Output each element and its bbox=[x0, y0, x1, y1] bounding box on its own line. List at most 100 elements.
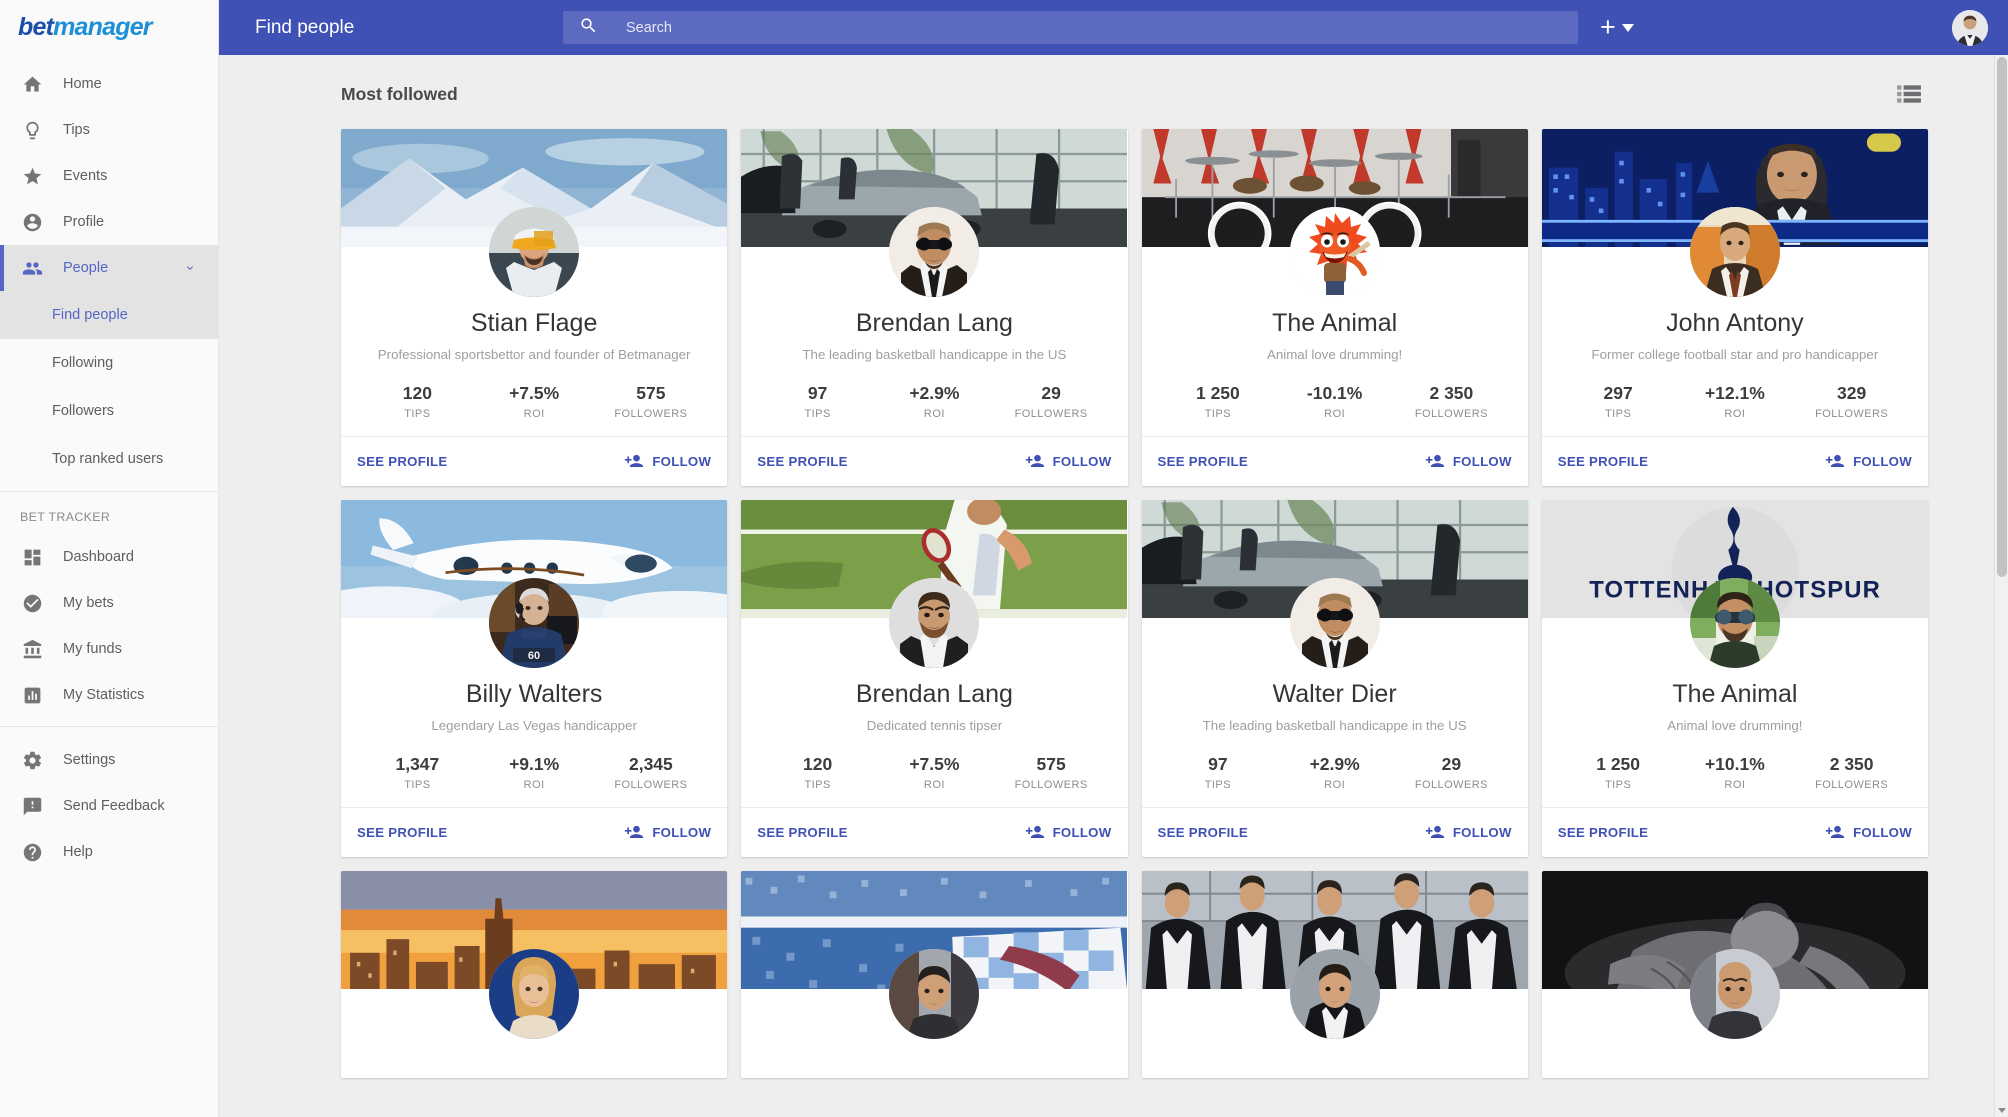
scrollbar-thumb[interactable] bbox=[1997, 57, 2007, 577]
follow-label: FOLLOW bbox=[652, 454, 712, 469]
person-stats: 120 TIPS +7.5% ROI 575 FOLLOWERS bbox=[357, 365, 711, 436]
sidebar-item-label: Events bbox=[63, 168, 108, 184]
search-input[interactable] bbox=[626, 19, 1562, 36]
sidebar-item-label: People bbox=[63, 260, 109, 276]
stat-label: FOLLOWERS bbox=[614, 779, 688, 791]
brand-logo[interactable]: betmanager bbox=[0, 0, 218, 55]
person-card[interactable]: John Antony Former college football star… bbox=[1541, 129, 1928, 486]
sidebar-item-tips[interactable]: Tips bbox=[0, 107, 218, 153]
see-profile-button[interactable]: SEE PROFILE bbox=[1158, 825, 1249, 840]
person-card[interactable]: Brendan Lang Dedicated tennis tipser 120… bbox=[741, 500, 1128, 857]
card-actions: SEE PROFILE FOLLOW bbox=[1141, 807, 1528, 857]
person-tagline: Animal love drumming! bbox=[1667, 718, 1803, 733]
bank-icon bbox=[20, 637, 44, 661]
stat-label: FOLLOWERS bbox=[1815, 408, 1889, 420]
sidebar-item-send-feedback[interactable]: Send Feedback bbox=[0, 783, 218, 829]
person-add-icon bbox=[1825, 822, 1845, 843]
sidebar-item-my-funds[interactable]: My funds bbox=[0, 626, 218, 672]
person-tagline: The leading basketball handicappe in the… bbox=[1202, 718, 1467, 733]
stat-tips: 1 250 TIPS bbox=[1560, 754, 1677, 791]
see-profile-button[interactable]: SEE PROFILE bbox=[1558, 825, 1649, 840]
add-menu-button[interactable]: + bbox=[1600, 14, 1634, 41]
sidebar-item-label: Settings bbox=[63, 752, 116, 768]
feedback-icon bbox=[20, 794, 44, 818]
content-inner: Most followed Stian Flage Professional s… bbox=[219, 55, 2008, 1078]
person-card[interactable] bbox=[341, 871, 728, 1078]
card-actions: SEE PROFILE FOLLOW bbox=[341, 436, 728, 486]
see-profile-button[interactable]: SEE PROFILE bbox=[357, 454, 448, 469]
person-card[interactable] bbox=[1541, 871, 1928, 1078]
sidebar-item-settings[interactable]: Settings bbox=[0, 737, 218, 783]
stat-followers: 2 350 FOLLOWERS bbox=[1793, 754, 1910, 791]
follow-button[interactable]: FOLLOW bbox=[624, 822, 711, 843]
stat-roi: +2.9% ROI bbox=[1276, 754, 1393, 791]
sidebar-item-my-bets[interactable]: My bets bbox=[0, 580, 218, 626]
search-bar[interactable] bbox=[563, 11, 1578, 44]
see-profile-button[interactable]: SEE PROFILE bbox=[757, 825, 848, 840]
person-avatar bbox=[1689, 578, 1780, 668]
stat-label: ROI bbox=[923, 408, 945, 420]
blonde-woman-avatar bbox=[489, 949, 580, 1039]
sidebar-item-followers[interactable]: Followers bbox=[0, 387, 218, 435]
follow-button[interactable]: FOLLOW bbox=[624, 451, 711, 472]
see-profile-button[interactable]: SEE PROFILE bbox=[357, 825, 448, 840]
svg-text:60: 60 bbox=[528, 650, 540, 662]
stat-roi: +12.1% ROI bbox=[1677, 383, 1794, 420]
person-avatar bbox=[489, 207, 580, 297]
person-tagline: Animal love drumming! bbox=[1267, 347, 1403, 362]
person-avatar bbox=[1689, 207, 1780, 297]
stat-label: FOLLOWERS bbox=[614, 408, 688, 420]
person-avatar bbox=[1289, 207, 1380, 297]
sidebar-item-home[interactable]: Home bbox=[0, 61, 218, 107]
follow-button[interactable]: FOLLOW bbox=[1425, 451, 1512, 472]
stat-value: 297 bbox=[1603, 383, 1633, 403]
stat-value: 97 bbox=[1208, 754, 1228, 774]
sidebar-item-find-people[interactable]: Find people bbox=[0, 291, 218, 339]
person-add-icon bbox=[624, 451, 644, 472]
scroll-down-arrow-icon[interactable] bbox=[1998, 1108, 2006, 1113]
sidebar-item-profile[interactable]: Profile bbox=[0, 199, 218, 245]
person-add-icon bbox=[1025, 451, 1045, 472]
sidebar-item-people[interactable]: People bbox=[0, 245, 218, 291]
see-profile-button[interactable]: SEE PROFILE bbox=[1558, 454, 1649, 469]
person-card[interactable]: Stian Flage Professional sportsbettor an… bbox=[341, 129, 728, 486]
stat-label: ROI bbox=[1324, 408, 1346, 420]
person-card[interactable]: TOTTENHAM HOTSPUR The Animal Animal love… bbox=[1541, 500, 1928, 857]
sidebar-item-dashboard[interactable]: Dashboard bbox=[0, 534, 218, 580]
bald-man-avatar bbox=[1689, 949, 1780, 1039]
list-view-icon[interactable] bbox=[1896, 83, 1922, 105]
person-avatar bbox=[1289, 949, 1380, 1039]
person-name: Stian Flage bbox=[470, 309, 598, 337]
avatar[interactable] bbox=[1952, 9, 1988, 46]
sidebar-item-top-ranked-users[interactable]: Top ranked users bbox=[0, 435, 218, 483]
vertical-scrollbar[interactable] bbox=[1994, 55, 2008, 1117]
person-name: Billy Walters bbox=[465, 680, 603, 708]
content-scroll-area[interactable]: Most followed Stian Flage Professional s… bbox=[219, 55, 2008, 1117]
stat-value: -10.1% bbox=[1306, 383, 1363, 403]
person-avatar bbox=[1289, 578, 1380, 668]
follow-button[interactable]: FOLLOW bbox=[1025, 822, 1112, 843]
person-card[interactable] bbox=[1141, 871, 1528, 1078]
person-card[interactable]: Brendan Lang The leading basketball hand… bbox=[741, 129, 1128, 486]
follow-button[interactable]: FOLLOW bbox=[1825, 822, 1912, 843]
follow-button[interactable]: FOLLOW bbox=[1025, 451, 1112, 472]
chevron-down-icon[interactable] bbox=[184, 262, 196, 274]
sidebar-item-help[interactable]: Help bbox=[0, 829, 218, 875]
stat-value: 2 350 bbox=[1429, 383, 1474, 403]
sidebar-item-following[interactable]: Following bbox=[0, 339, 218, 387]
person-card[interactable]: 60 Billy Walters Legendary Las Vegas han… bbox=[341, 500, 728, 857]
sidebar-item-events[interactable]: Events bbox=[0, 153, 218, 199]
person-card[interactable]: The Animal Animal love drumming! 1 250 T… bbox=[1141, 129, 1528, 486]
follow-button[interactable]: FOLLOW bbox=[1825, 451, 1912, 472]
person-avatar bbox=[489, 949, 580, 1039]
man-yellow-cap-avatar bbox=[489, 207, 580, 297]
see-profile-button[interactable]: SEE PROFILE bbox=[757, 454, 848, 469]
sidebar-item-my-statistics[interactable]: My Statistics bbox=[0, 672, 218, 718]
follow-button[interactable]: FOLLOW bbox=[1425, 822, 1512, 843]
person-card[interactable] bbox=[741, 871, 1128, 1078]
sidebar-divider-one bbox=[0, 491, 218, 492]
follow-label: FOLLOW bbox=[1452, 825, 1512, 840]
person-card[interactable]: Walter Dier The leading basketball handi… bbox=[1141, 500, 1528, 857]
see-profile-button[interactable]: SEE PROFILE bbox=[1158, 454, 1249, 469]
stat-value: +9.1% bbox=[509, 754, 560, 774]
